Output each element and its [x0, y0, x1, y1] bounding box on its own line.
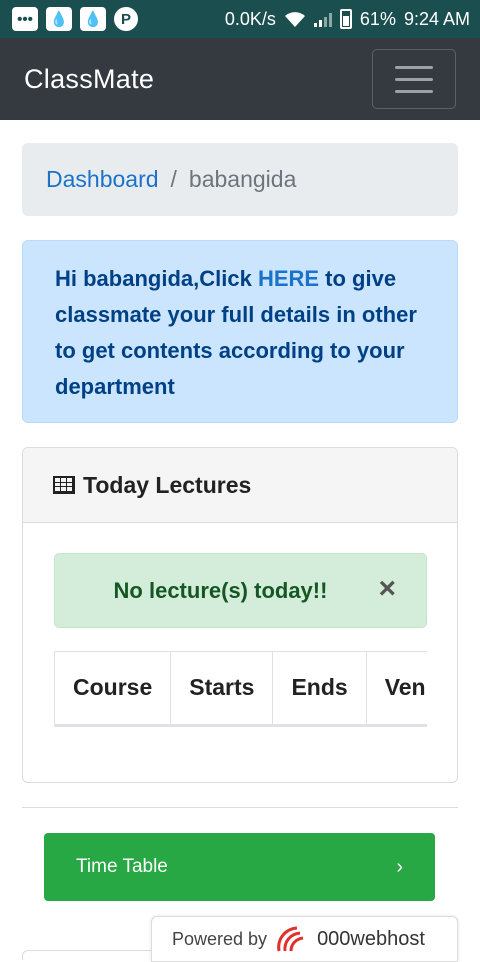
close-icon[interactable]: × [378, 572, 396, 606]
breadcrumb-separator: / [170, 166, 177, 192]
hamburger-icon[interactable] [372, 49, 456, 109]
breadcrumb: Dashboard / babangida [22, 143, 458, 216]
time-table-label: Time Table [76, 856, 168, 877]
next-card-edge [22, 950, 152, 960]
divider [22, 807, 458, 808]
powered-by-badge[interactable]: Powered by 000webhost [151, 916, 458, 962]
pinterest-icon: P [114, 7, 138, 31]
chevron-right-icon: › [396, 855, 403, 878]
card-title: Today Lectures [83, 471, 252, 498]
info-alert-prefix: Hi babangida,Click [55, 266, 258, 291]
column-header-ends: Ends [272, 651, 367, 724]
time-table-button[interactable]: Time Table › [44, 833, 435, 901]
no-lectures-message: No lecture(s) today!! [113, 577, 328, 603]
drop-icon: 💧 [80, 7, 106, 31]
breadcrumb-current: babangida [188, 166, 297, 192]
column-header-venue: Venue [366, 651, 427, 724]
battery-level: 61% [359, 8, 396, 29]
table-header-row: Course Starts Ends Venue [54, 651, 427, 724]
webhost-logo-icon [277, 926, 304, 952]
column-header-course: Course [54, 651, 172, 724]
drop-icon: 💧 [46, 7, 72, 31]
breadcrumb-dashboard-link[interactable]: Dashboard [46, 166, 159, 193]
wifi-icon [284, 12, 305, 27]
clock: 9:24 AM [403, 8, 470, 29]
signal-icon [313, 11, 332, 27]
powered-by-brand: 000webhost [317, 927, 425, 950]
status-bar: ••• 💧 💧 P 0.0K/s 61% 9:24 AM [0, 0, 480, 38]
table-icon [53, 476, 75, 494]
profile-info-alert: Hi babangida,Click HERE to give classmat… [22, 240, 458, 423]
no-lectures-alert: No lecture(s) today!! × [54, 553, 427, 628]
powered-by-label: Powered by [172, 928, 268, 949]
notification-icons: ••• 💧 💧 P [12, 7, 138, 31]
lectures-table: Course Starts Ends Venue [54, 651, 427, 724]
network-speed: 0.0K/s [224, 8, 276, 29]
brand-logo[interactable]: ClassMate [24, 64, 154, 95]
lectures-table-scroll[interactable]: Course Starts Ends Venue [54, 651, 427, 727]
battery-icon [339, 9, 352, 29]
column-header-starts: Starts [170, 651, 274, 724]
card-header: Today Lectures [23, 448, 457, 523]
system-status: 0.0K/s 61% 9:24 AM [225, 9, 470, 30]
today-lectures-card: Today Lectures No lecture(s) today!! × C… [22, 447, 458, 783]
messages-icon: ••• [12, 7, 38, 31]
navbar: ClassMate [0, 38, 480, 120]
info-alert-here-link[interactable]: HERE [258, 266, 319, 291]
